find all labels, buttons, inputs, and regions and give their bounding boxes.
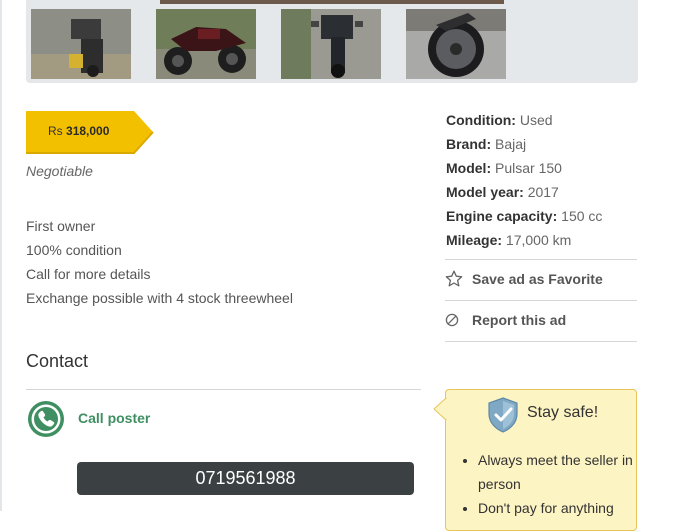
page-left-edge <box>0 0 2 511</box>
detail-condition: Condition: Used <box>446 112 553 128</box>
ad-description: First owner 100% condition Call for more… <box>26 214 293 310</box>
gallery-thumbnail-4[interactable] <box>406 9 506 79</box>
description-line: Exchange possible with 4 stock threewhee… <box>26 290 293 306</box>
detail-brand: Brand: Bajaj <box>446 136 527 152</box>
safety-tip: Don't pay for anything <box>478 496 648 520</box>
image-gallery <box>26 0 638 83</box>
report-icon <box>445 313 459 327</box>
detail-mileage: Mileage: 17,000 km <box>446 232 572 248</box>
negotiable-label: Negotiable <box>26 163 93 179</box>
description-line: First owner <box>26 218 96 234</box>
save-favorite-label: Save ad as Favorite <box>472 271 603 287</box>
shield-icon <box>487 397 519 438</box>
details-divider <box>445 259 637 260</box>
description-line: 100% condition <box>26 242 122 258</box>
safety-tip: Always meet the seller in person <box>478 448 648 496</box>
price-tag: Rs 318,000 <box>26 111 154 155</box>
phone-number-button[interactable]: 0719561988 <box>77 462 414 495</box>
action-divider <box>445 300 637 301</box>
report-ad-button[interactable]: Report this ad <box>445 312 566 328</box>
ad-details: Condition: Used Brand: Bajaj Model: Puls… <box>446 108 602 252</box>
gallery-thumbnail-1[interactable] <box>31 9 131 79</box>
report-ad-label: Report this ad <box>472 312 567 328</box>
price-value: Rs 318,000 <box>48 124 110 138</box>
safety-tips-list: Always meet the seller in person Don't p… <box>462 448 648 520</box>
contact-divider <box>26 389 421 390</box>
call-poster-link[interactable]: Call poster <box>78 410 150 426</box>
safety-title: Stay safe! <box>527 404 599 421</box>
main-image-edge <box>160 0 504 4</box>
save-favorite-button[interactable]: Save ad as Favorite <box>445 270 603 288</box>
safety-box-pointer <box>433 396 448 425</box>
star-icon <box>445 270 463 288</box>
phone-icon[interactable] <box>27 400 65 443</box>
detail-engine-capacity: Engine capacity: 150 cc <box>446 208 603 224</box>
detail-model-year: Model year: 2017 <box>446 184 559 200</box>
description-line: Call for more details <box>26 266 151 282</box>
contact-title: Contact <box>26 351 89 371</box>
gallery-thumbnail-3[interactable] <box>281 9 381 79</box>
detail-model: Model: Pulsar 150 <box>446 160 562 176</box>
gallery-thumbnail-2[interactable] <box>156 9 256 79</box>
action-divider <box>445 341 637 342</box>
